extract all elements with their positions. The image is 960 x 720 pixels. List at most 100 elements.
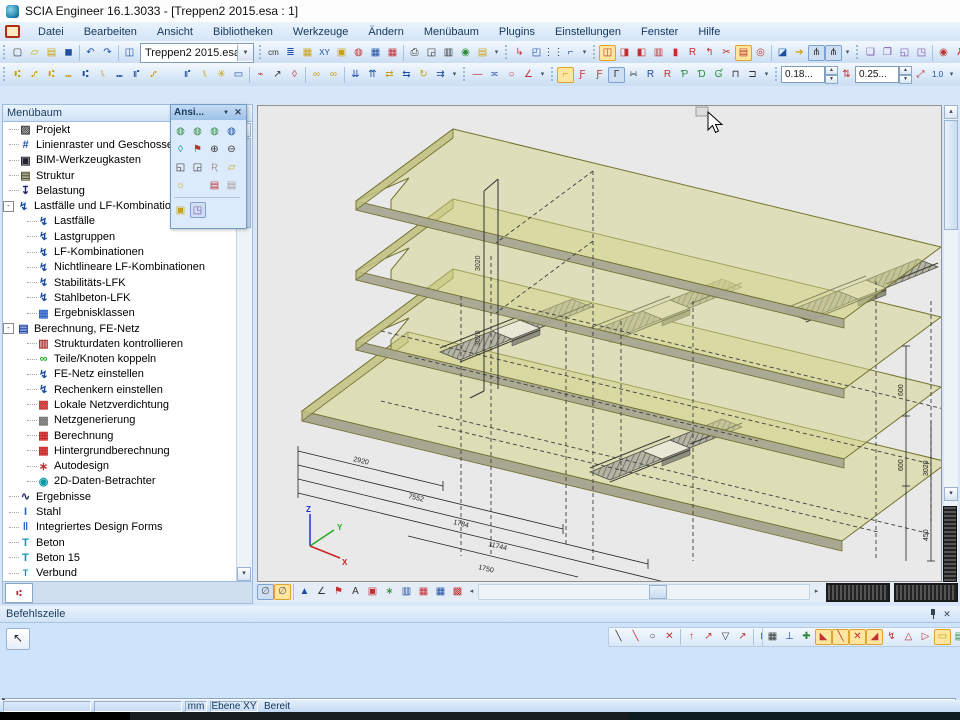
plate-tool-icon[interactable]: ▭	[230, 67, 247, 83]
tree-item-idf[interactable]: ‖Integriertes Design Forms	[3, 520, 252, 535]
tree-item-teile-knoten[interactable]: ∞Teile/Knoten koppeln	[3, 351, 252, 366]
menu-hilfe[interactable]: Hilfe	[688, 24, 730, 40]
project-browser-icon[interactable]: ◫	[121, 45, 138, 61]
hscroll-thumb[interactable]	[649, 585, 667, 599]
document-icon[interactable]	[5, 25, 20, 38]
arc-snap-icon[interactable]: ▷	[917, 629, 934, 645]
binoculars-2-icon[interactable]: ∞	[325, 67, 342, 83]
grid-display-icon[interactable]: ▩	[449, 584, 466, 600]
eye-icon[interactable]: ◉	[935, 45, 952, 61]
filter-2-icon[interactable]: ⋔	[825, 45, 842, 61]
print-preview-icon[interactable]: ◲	[423, 45, 440, 61]
member-tool-10-icon[interactable]: ⑋	[162, 67, 179, 83]
ansicht-dropdown-icon[interactable]: ▼	[223, 110, 233, 116]
view-z-icon[interactable]: ◍	[207, 123, 223, 139]
mirror-tool-icon[interactable]: ⇆	[398, 67, 415, 83]
overflow-chevron-icon[interactable]: ▾	[842, 45, 853, 61]
step-tool-icon[interactable]: ↳	[511, 45, 528, 61]
tree-item-autodesign[interactable]: ∗Autodesign	[3, 459, 252, 474]
ansicht-close-icon[interactable]: ✕	[233, 107, 243, 118]
grid-snap-icon[interactable]: ⋮⋮	[545, 45, 562, 61]
frame-tool-1-icon[interactable]: ⌐	[557, 67, 574, 83]
node-move-icon[interactable]: ↗	[700, 629, 717, 645]
toolbar-grip[interactable]	[774, 67, 779, 83]
midpoint-snap-icon[interactable]: ✚	[798, 629, 815, 645]
member-tool-9-icon[interactable]: ⑇	[145, 67, 162, 83]
scale-spinner-1-stepper[interactable]: ▲▼	[825, 66, 838, 83]
save-selection-icon[interactable]: ◪	[774, 45, 791, 61]
overflow-chevron-icon[interactable]: ▾	[946, 67, 957, 83]
redo-icon[interactable]: ↷	[99, 45, 116, 61]
view-3d-window-icon[interactable]: ◳	[190, 202, 206, 218]
select-add-icon[interactable]: ◧	[633, 45, 650, 61]
tree-item-verbund[interactable]: TVerbund	[3, 566, 252, 581]
view-x-icon[interactable]: ◍	[173, 123, 189, 139]
polyline-draw-icon[interactable]: ╲	[627, 629, 644, 645]
tree-item-nichtlineare-lf[interactable]: ↯Nichtlineare LF-Kombinationen	[3, 260, 252, 275]
units-icon[interactable]: cm	[265, 45, 282, 61]
project-combo-dropdown[interactable]: ▼	[237, 45, 253, 61]
select-target-icon[interactable]: ◎	[752, 45, 769, 61]
member-tool-5-icon[interactable]: ⑆	[77, 67, 94, 83]
connect-nodes-icon[interactable]: ⌁	[252, 67, 269, 83]
status-units[interactable]: mm	[185, 701, 207, 712]
frame-tool-3-icon[interactable]: Ƒ	[591, 67, 608, 83]
grid-snap-icon[interactable]: ▦	[764, 629, 781, 645]
scroll-down-icon[interactable]: ▾	[237, 567, 251, 581]
table-results-icon[interactable]: ▦	[415, 584, 432, 600]
select-hook-icon[interactable]: ↰	[701, 45, 718, 61]
save-all-icon[interactable]: ▤	[43, 45, 60, 61]
viewport-hscrollbar[interactable]	[478, 584, 810, 600]
zoom-in-icon[interactable]: ⊕	[207, 141, 223, 157]
table-view-icon[interactable]: ▦	[432, 584, 449, 600]
intersection-snap-icon[interactable]: ✕	[849, 629, 866, 645]
scale-spinner-2[interactable]: 0.25...	[855, 66, 899, 83]
node-drop-icon[interactable]: ▽	[717, 629, 734, 645]
menu-fenster[interactable]: Fenster	[631, 24, 688, 40]
toolbar-grip[interactable]	[855, 45, 860, 61]
view-window-4-icon[interactable]: ◳	[913, 45, 930, 61]
frame-tool-8-icon[interactable]: Ƥ	[676, 67, 693, 83]
tree-item-strukturdaten[interactable]: ▥Strukturdaten kontrollieren	[3, 336, 252, 351]
walk-mode-icon[interactable]: ⚑	[190, 141, 206, 157]
overflow-chevron-icon[interactable]: ▾	[491, 45, 502, 61]
member-tool-1-icon[interactable]: ⑆	[9, 67, 26, 83]
view-point-icon[interactable]: ◊	[173, 141, 189, 157]
tree-item-netzgenerierung[interactable]: ▩Netzgenerierung	[3, 413, 252, 428]
slope-icon[interactable]: ∠	[313, 584, 330, 600]
tree-item-berechnung-fenetz[interactable]: -▤Berechnung, FE-Netz	[3, 321, 252, 336]
frame-tool-7-icon[interactable]: R	[659, 67, 676, 83]
frame-tool-2-icon[interactable]: Ƒ	[574, 67, 591, 83]
member-tool-4-icon[interactable]: ⑉	[60, 67, 77, 83]
flag-icon[interactable]: ⚑	[330, 584, 347, 600]
clip-toggle-1-icon[interactable]: ∅	[257, 584, 274, 600]
view-window-2-icon[interactable]: ❐	[879, 45, 896, 61]
zoom-selection-icon[interactable]: ◲	[190, 159, 206, 175]
binoculars-1-icon[interactable]: ∞	[308, 67, 325, 83]
toolbar-grip[interactable]	[504, 45, 509, 61]
member-tool-3-icon[interactable]: ⑆	[43, 67, 60, 83]
new-project-icon[interactable]: ▢	[9, 45, 26, 61]
points-display-icon[interactable]: ∗	[381, 584, 398, 600]
calculator-snap-icon[interactable]: ▤	[951, 629, 960, 645]
table-blue-icon[interactable]: ▦	[367, 45, 384, 61]
select-bar-icon[interactable]: ▮	[667, 45, 684, 61]
menu-bibliotheken[interactable]: Bibliotheken	[203, 24, 283, 40]
polygon-snap-icon[interactable]: △	[900, 629, 917, 645]
zoom-rotate-icon[interactable]: Ʀ	[207, 159, 223, 175]
circle-tool-icon[interactable]: ○	[503, 67, 520, 83]
menu-aendern[interactable]: Ändern	[358, 24, 413, 40]
frame-tool-10-icon[interactable]: Ɠ	[710, 67, 727, 83]
measure-icon[interactable]: ↗	[269, 67, 286, 83]
tree-item-netzverdichtung[interactable]: ▩Lokale Netzverdichtung	[3, 397, 252, 412]
member-tool-6-icon[interactable]: ⑊	[94, 67, 111, 83]
tree-item-hintergrundberechnung[interactable]: ▦Hintergrundberechnung	[3, 443, 252, 458]
clip-box-icon[interactable]: ▣	[173, 202, 189, 218]
load-selection-icon[interactable]: ➔	[791, 45, 808, 61]
overflow-chevron-icon[interactable]: ▾	[579, 45, 590, 61]
node-up-icon[interactable]: ↑	[683, 629, 700, 645]
view-window-3-icon[interactable]: ◱	[896, 45, 913, 61]
filter-1-icon[interactable]: ⋔	[808, 45, 825, 61]
view-folder-icon[interactable]: ▱	[224, 159, 240, 175]
menu-menubaum[interactable]: Menübaum	[414, 24, 489, 40]
